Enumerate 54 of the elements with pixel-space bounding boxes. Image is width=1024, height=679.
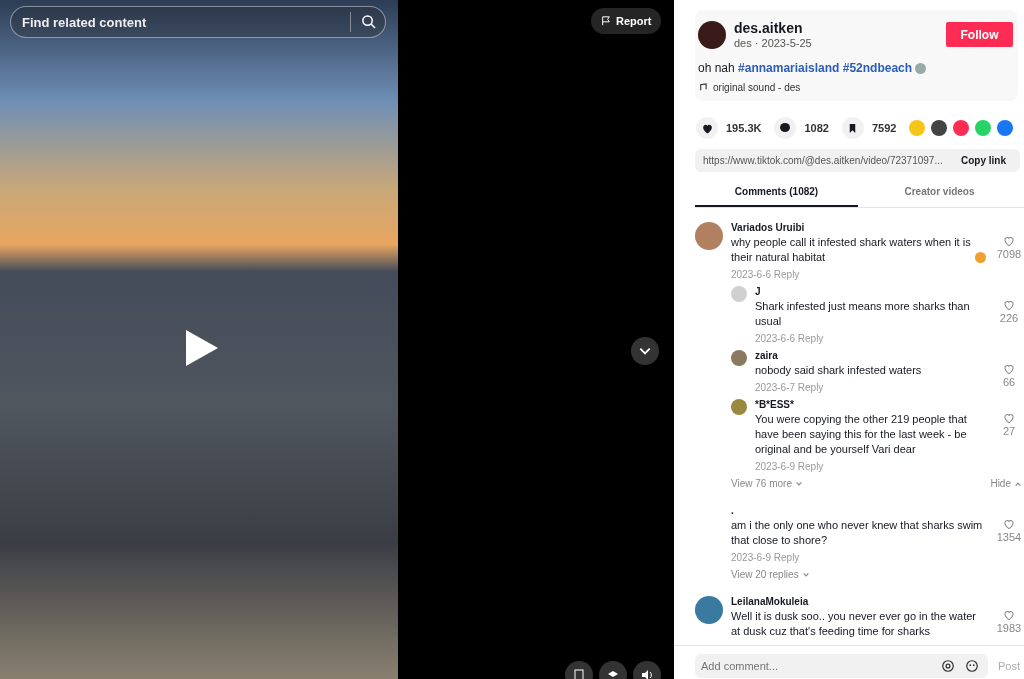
comment-count: 1082	[804, 122, 829, 134]
author-username[interactable]: des.aitken	[734, 20, 812, 36]
comment-icon[interactable]	[774, 117, 797, 139]
comment-text: Well it is dusk soo.. you never ever go in the water at dusk cuz that's feeding time for sharks	[731, 609, 977, 639]
search-field[interactable]: Find related content	[10, 6, 386, 38]
comment-text: am i the only one who never knew that sharks swim that close to shore?	[731, 518, 984, 548]
chevron-icon	[801, 570, 810, 579]
video-caption: oh nah #annamariaisland #52ndbeach	[698, 61, 913, 75]
video-frame[interactable]	[0, 0, 398, 679]
play-icon[interactable]	[183, 328, 219, 368]
comment-text: Shark infested just means more sharks than usual	[755, 299, 971, 329]
comment-meta: 2023-6-7 Reply	[755, 382, 825, 393]
comment-text: nobody said shark infested waters	[755, 363, 922, 378]
comment-text: You were copying the other 219 people that have been saying this for the last week - be original and be yourself Vari dear	[755, 412, 968, 457]
save-count: 7592	[871, 122, 897, 134]
tab[interactable]: Comments (1082)	[695, 178, 858, 207]
view-more-link[interactable]: View 76 more	[731, 478, 803, 489]
like-count: 1983	[996, 622, 1022, 634]
avatar[interactable]	[698, 20, 726, 49]
comment-meta: 2023-6-6 Reply	[755, 333, 825, 344]
like-count: 7098	[996, 248, 1022, 260]
like-count: 27	[1002, 425, 1016, 437]
mention-icon[interactable]	[941, 658, 955, 673]
comment-username[interactable]: .	[731, 505, 734, 516]
like-count: 66	[1002, 376, 1016, 388]
bookmark-icon[interactable]	[841, 117, 864, 139]
video-url: https://www.tiktok.com/@des.aitken/video/72371097...	[703, 155, 944, 166]
report-button[interactable]: Report	[591, 8, 662, 34]
tab[interactable]: Creator videos	[858, 178, 1021, 207]
author-subtitle: des · 2023-5-25	[734, 37, 812, 49]
like-count: 1354	[996, 531, 1022, 543]
sound-name[interactable]: original sound - des	[713, 82, 801, 93]
hide-link[interactable]: Hide	[990, 478, 1022, 489]
comment-meta: 2023-6-9 Reply	[731, 552, 801, 563]
link-field[interactable]: https://www.tiktok.com/@des.aitken/video/72371097... Copy link	[695, 149, 1020, 172]
follow-button[interactable]: Follow	[946, 22, 1013, 47]
comment-meta: 2023-6-6 Reply	[731, 269, 801, 280]
music-note-icon	[698, 83, 707, 92]
comment-username[interactable]: J	[755, 286, 761, 297]
like-count: 195.3K	[726, 122, 762, 134]
copy-link-button[interactable]: Copy link	[955, 154, 1012, 167]
comment-username[interactable]: *B*ESS*	[755, 399, 794, 410]
chevron-down-icon[interactable]	[631, 337, 659, 365]
like-count: 226	[999, 312, 1019, 324]
view-replies-link[interactable]: View 20 replies	[731, 569, 810, 580]
flag-icon	[601, 16, 611, 26]
comment-username[interactable]: zaira	[755, 350, 778, 361]
chevron-icon	[794, 479, 803, 488]
comment-input-field[interactable]: Add comment...	[695, 653, 988, 678]
comment-text: why people call it infested shark waters when it is their natural habitat	[731, 235, 972, 265]
comment-username[interactable]: LeilanaMokuleia	[731, 596, 809, 607]
comment-username[interactable]: Variados Uruibi	[731, 222, 805, 233]
search-icon[interactable]	[361, 14, 376, 29]
comment-meta: 2023-6-9 Reply	[755, 461, 825, 472]
